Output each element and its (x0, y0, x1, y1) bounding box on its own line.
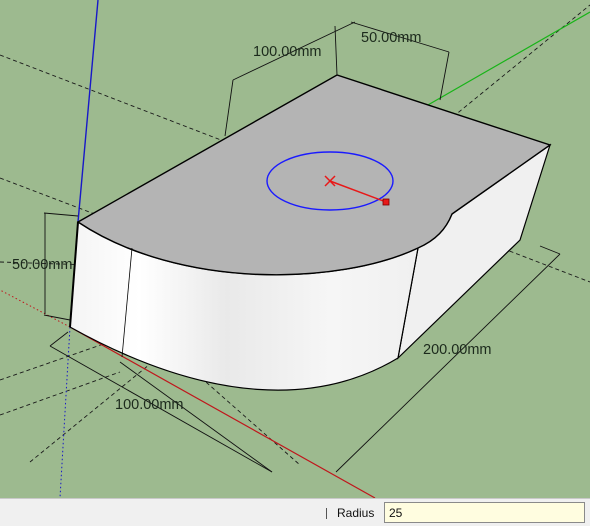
modeling-viewport[interactable]: 100.00mm 50.00mm 50.00mm 100.00mm 200.00… (0, 0, 590, 498)
red-axis-negative (0, 289, 71, 328)
dimension-label-side-length: 200.00mm (423, 342, 492, 358)
status-divider (326, 508, 327, 519)
dimension-label-top-depth: 50.00mm (361, 30, 422, 46)
status-bar: Radius 25 (0, 498, 590, 526)
square-endpoint-icon (382, 198, 390, 206)
dimension-label-top-width: 100.00mm (253, 44, 322, 60)
dimension-label-height: 50.00mm (12, 257, 73, 273)
measurements-label: Radius (337, 506, 375, 520)
blue-axis (77, 0, 99, 223)
measurements-input[interactable]: 25 (384, 502, 585, 523)
model-scene[interactable] (0, 0, 590, 498)
dimension-label-front-width: 100.00mm (115, 397, 184, 413)
